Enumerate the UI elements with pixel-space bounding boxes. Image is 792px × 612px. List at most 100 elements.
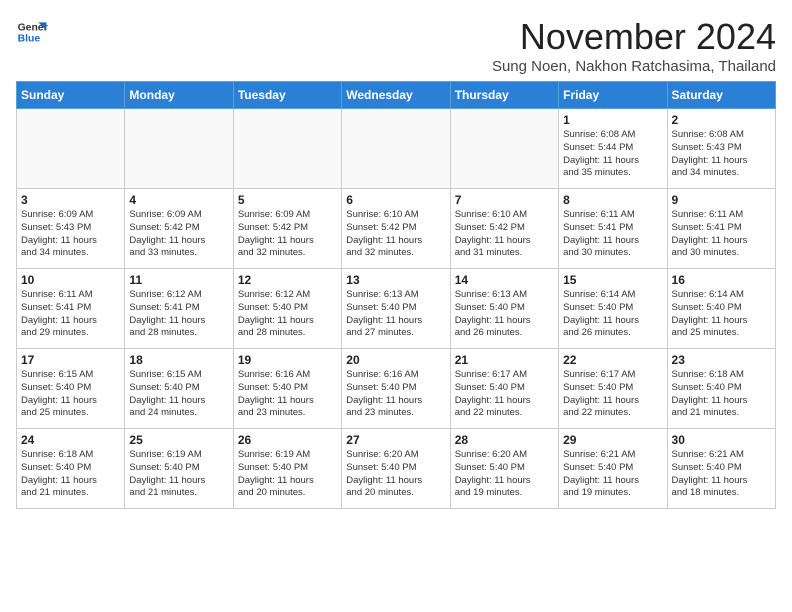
calendar-cell: 9Sunrise: 6:11 AM Sunset: 5:41 PM Daylig… xyxy=(667,189,775,269)
day-number: 8 xyxy=(563,193,662,207)
calendar-cell: 7Sunrise: 6:10 AM Sunset: 5:42 PM Daylig… xyxy=(450,189,558,269)
day-info: Sunrise: 6:11 AM Sunset: 5:41 PM Dayligh… xyxy=(21,289,120,340)
calendar-cell: 4Sunrise: 6:09 AM Sunset: 5:42 PM Daylig… xyxy=(125,189,233,269)
day-number: 18 xyxy=(129,353,228,367)
calendar-cell xyxy=(342,109,450,189)
calendar-cell: 11 Sunrise: 6:12 AM Sunset: 5:41 PM Dayli… xyxy=(125,269,233,349)
day-info: Sunrise: 6:18 AM Sunset: 5:40 PM Dayligh… xyxy=(21,449,120,500)
calendar-cell: 27Sunrise: 6:20 AM Sunset: 5:40 PM Dayli… xyxy=(342,429,450,509)
day-info: Sunrise: 6:08 AM Sunset: 5:43 PM Dayligh… xyxy=(672,129,771,180)
calendar-cell: 6 Sunrise: 6:10 AM Sunset: 5:42 PM Daylig… xyxy=(342,189,450,269)
day-info: Sunrise: 6:21 AM Sunset: 5:40 PM Dayligh… xyxy=(672,449,771,500)
day-info: Sunrise: 6:18 AM Sunset: 5:40 PM Dayligh… xyxy=(672,369,771,420)
day-info: Sunrise: 6:14 AM Sunset: 5:40 PM Dayligh… xyxy=(672,289,771,340)
page-header: General Blue November 2024 Sung Noen, Na… xyxy=(16,16,776,75)
day-info: Sunrise: 6:11 AM Sunset: 5:41 PM Dayligh… xyxy=(563,209,662,260)
calendar-cell: 18 Sunrise: 6:15 AM Sunset: 5:40 PM Dayli… xyxy=(125,349,233,429)
col-header-monday: Monday xyxy=(125,82,233,109)
day-info: Sunrise: 6:12 AM Sunset: 5:41 PM Dayligh… xyxy=(129,289,228,340)
day-number: 15 xyxy=(563,273,662,287)
logo: General Blue xyxy=(16,16,48,48)
col-header-sunday: Sunday xyxy=(17,82,125,109)
day-info: Sunrise: 6:13 AM Sunset: 5:40 PM Dayligh… xyxy=(455,289,554,340)
day-number: 2 xyxy=(672,113,771,127)
day-number: 24 xyxy=(21,433,120,447)
day-info: Sunrise: 6:17 AM Sunset: 5:40 PM Dayligh… xyxy=(455,369,554,420)
day-number: 19 xyxy=(238,353,337,367)
day-number: 5 xyxy=(238,193,337,207)
title-block: November 2024 Sung Noen, Nakhon Ratchasi… xyxy=(492,16,776,75)
calendar-cell: 22 Sunrise: 6:17 AM Sunset: 5:40 PM Dayli… xyxy=(559,349,667,429)
calendar-week-5: 24 Sunrise: 6:18 AM Sunset: 5:40 PM Dayli… xyxy=(17,429,776,509)
day-info: Sunrise: 6:15 AM Sunset: 5:40 PM Dayligh… xyxy=(129,369,228,420)
day-info: Sunrise: 6:10 AM Sunset: 5:42 PM Dayligh… xyxy=(346,209,445,260)
day-number: 27 xyxy=(346,433,445,447)
calendar-cell: 16 Sunrise: 6:14 AM Sunset: 5:40 PM Dayli… xyxy=(667,269,775,349)
calendar-cell xyxy=(450,109,558,189)
day-info: Sunrise: 6:09 AM Sunset: 5:43 PM Dayligh… xyxy=(21,209,120,260)
calendar-cell: 28 Sunrise: 6:20 AM Sunset: 5:40 PM Dayli… xyxy=(450,429,558,509)
day-info: Sunrise: 6:12 AM Sunset: 5:40 PM Dayligh… xyxy=(238,289,337,340)
day-info: Sunrise: 6:14 AM Sunset: 5:40 PM Dayligh… xyxy=(563,289,662,340)
day-number: 28 xyxy=(455,433,554,447)
day-info: Sunrise: 6:19 AM Sunset: 5:40 PM Dayligh… xyxy=(129,449,228,500)
calendar-cell: 12 Sunrise: 6:12 AM Sunset: 5:40 PM Dayli… xyxy=(233,269,341,349)
calendar-cell: 20 Sunrise: 6:16 AM Sunset: 5:40 PM Dayli… xyxy=(342,349,450,429)
calendar-cell: 21 Sunrise: 6:17 AM Sunset: 5:40 PM Dayli… xyxy=(450,349,558,429)
day-info: Sunrise: 6:09 AM Sunset: 5:42 PM Dayligh… xyxy=(238,209,337,260)
calendar-cell: 8 Sunrise: 6:11 AM Sunset: 5:41 PM Daylig… xyxy=(559,189,667,269)
calendar-cell xyxy=(233,109,341,189)
day-number: 25 xyxy=(129,433,228,447)
col-header-saturday: Saturday xyxy=(667,82,775,109)
day-number: 20 xyxy=(346,353,445,367)
calendar-cell: 29 Sunrise: 6:21 AM Sunset: 5:40 PM Dayli… xyxy=(559,429,667,509)
day-number: 11 xyxy=(129,273,228,287)
day-info: Sunrise: 6:10 AM Sunset: 5:42 PM Dayligh… xyxy=(455,209,554,260)
day-number: 14 xyxy=(455,273,554,287)
day-info: Sunrise: 6:16 AM Sunset: 5:40 PM Dayligh… xyxy=(238,369,337,420)
day-number: 13 xyxy=(346,273,445,287)
calendar-table: SundayMondayTuesdayWednesdayThursdayFrid… xyxy=(16,81,776,509)
day-info: Sunrise: 6:20 AM Sunset: 5:40 PM Dayligh… xyxy=(455,449,554,500)
day-info: Sunrise: 6:21 AM Sunset: 5:40 PM Dayligh… xyxy=(563,449,662,500)
day-info: Sunrise: 6:16 AM Sunset: 5:40 PM Dayligh… xyxy=(346,369,445,420)
day-number: 22 xyxy=(563,353,662,367)
day-number: 9 xyxy=(672,193,771,207)
day-number: 29 xyxy=(563,433,662,447)
col-header-thursday: Thursday xyxy=(450,82,558,109)
day-number: 16 xyxy=(672,273,771,287)
calendar-cell: 25 Sunrise: 6:19 AM Sunset: 5:40 PM Dayli… xyxy=(125,429,233,509)
calendar-week-1: 1Sunrise: 6:08 AM Sunset: 5:44 PM Daylig… xyxy=(17,109,776,189)
day-number: 4 xyxy=(129,193,228,207)
calendar-cell: 15 Sunrise: 6:14 AM Sunset: 5:40 PM Dayli… xyxy=(559,269,667,349)
col-header-tuesday: Tuesday xyxy=(233,82,341,109)
calendar-cell: 26Sunrise: 6:19 AM Sunset: 5:40 PM Dayli… xyxy=(233,429,341,509)
day-info: Sunrise: 6:17 AM Sunset: 5:40 PM Dayligh… xyxy=(563,369,662,420)
svg-text:Blue: Blue xyxy=(18,34,41,45)
calendar-week-4: 17 Sunrise: 6:15 AM Sunset: 5:40 PM Dayli… xyxy=(17,349,776,429)
day-number: 23 xyxy=(672,353,771,367)
calendar-header-row: SundayMondayTuesdayWednesdayThursdayFrid… xyxy=(17,82,776,109)
calendar-week-3: 10 Sunrise: 6:11 AM Sunset: 5:41 PM Dayli… xyxy=(17,269,776,349)
day-number: 3 xyxy=(21,193,120,207)
calendar-cell: 24 Sunrise: 6:18 AM Sunset: 5:40 PM Dayli… xyxy=(17,429,125,509)
calendar-cell xyxy=(125,109,233,189)
calendar-cell xyxy=(17,109,125,189)
calendar-cell: 30Sunrise: 6:21 AM Sunset: 5:40 PM Dayli… xyxy=(667,429,775,509)
day-info: Sunrise: 6:13 AM Sunset: 5:40 PM Dayligh… xyxy=(346,289,445,340)
calendar-cell: 14 Sunrise: 6:13 AM Sunset: 5:40 PM Dayli… xyxy=(450,269,558,349)
calendar-cell: 10 Sunrise: 6:11 AM Sunset: 5:41 PM Dayli… xyxy=(17,269,125,349)
day-info: Sunrise: 6:19 AM Sunset: 5:40 PM Dayligh… xyxy=(238,449,337,500)
calendar-cell: 2 Sunrise: 6:08 AM Sunset: 5:43 PM Daylig… xyxy=(667,109,775,189)
day-number: 6 xyxy=(346,193,445,207)
col-header-friday: Friday xyxy=(559,82,667,109)
location-subtitle: Sung Noen, Nakhon Ratchasima, Thailand xyxy=(492,58,776,75)
day-number: 17 xyxy=(21,353,120,367)
month-title: November 2024 xyxy=(492,16,776,58)
day-number: 10 xyxy=(21,273,120,287)
calendar-cell: 1Sunrise: 6:08 AM Sunset: 5:44 PM Daylig… xyxy=(559,109,667,189)
day-number: 12 xyxy=(238,273,337,287)
calendar-cell: 19 Sunrise: 6:16 AM Sunset: 5:40 PM Dayli… xyxy=(233,349,341,429)
calendar-cell: 23 Sunrise: 6:18 AM Sunset: 5:40 PM Dayli… xyxy=(667,349,775,429)
day-number: 21 xyxy=(455,353,554,367)
